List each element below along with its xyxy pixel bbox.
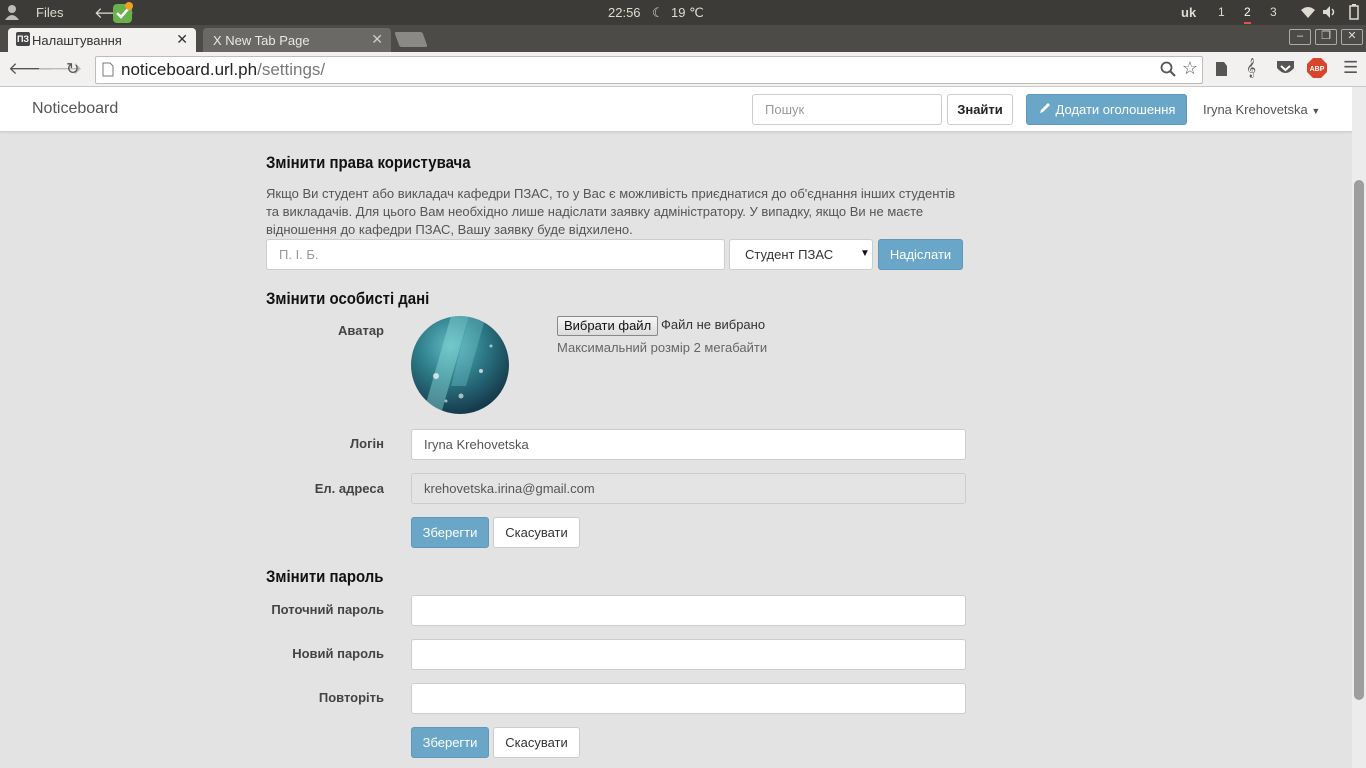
login-label: Логін [350, 436, 384, 451]
battery-icon[interactable] [1349, 4, 1359, 23]
keyboard-layout-indicator[interactable]: uk [1181, 5, 1196, 20]
site-navbar: Noticeboard Знайти Додати оголошення Iry… [0, 87, 1352, 132]
url-path: /settings/ [257, 60, 326, 79]
web-page: Noticeboard Знайти Додати оголошення Iry… [0, 87, 1352, 768]
new-tab-button[interactable] [394, 32, 428, 47]
user-icon[interactable] [5, 4, 19, 23]
current-password-label: Поточний пароль [271, 602, 384, 617]
save-personal-button[interactable]: Зберегти [411, 517, 489, 548]
user-name: Iryna Krehovetska [1203, 102, 1308, 117]
volume-icon[interactable] [1322, 4, 1338, 23]
repeat-password-label: Повторіть [318, 690, 384, 705]
wifi-icon[interactable] [1300, 5, 1316, 22]
site-favicon-icon: ПЗ [16, 32, 30, 46]
email-label: Ел. адреса [314, 481, 384, 496]
personal-section-title: Змінити особисті дані [266, 289, 430, 308]
tab-new-tab-page[interactable]: X New Tab Page ✕ [203, 28, 391, 52]
new-password-label: Новий пароль [292, 646, 384, 661]
url-host: noticeboard.url.ph [121, 60, 258, 79]
browser-tab-strip: ПЗ Налаштування ✕ X New Tab Page ✕ – ❐ ✕ [0, 25, 1366, 52]
minimize-window-icon[interactable]: – [1289, 29, 1311, 45]
workspace-3[interactable]: 3 [1270, 5, 1277, 19]
adblock-plus-icon[interactable]: ABP [1307, 58, 1327, 82]
rights-description: Якщо Ви студент або викладач кафедри ПЗА… [266, 186, 956, 237]
close-tab-icon[interactable]: ✕ [176, 31, 188, 48]
restore-window-icon[interactable]: ❐ [1315, 29, 1337, 45]
add-notice-label: Додати оголошення [1055, 102, 1176, 117]
app-name[interactable]: Files [36, 5, 63, 20]
cancel-password-button[interactable]: Скасувати [493, 727, 580, 758]
address-bar[interactable]: noticeboard.url.ph/settings/ ☆ [95, 56, 1203, 84]
menu-hamburger-icon[interactable]: ☰ [1343, 58, 1358, 78]
password-section-title: Змінити пароль [266, 567, 384, 586]
tab-title: X New Tab Page [213, 33, 310, 48]
rights-section-title: Змінити права користувача [266, 153, 471, 172]
close-tab-icon[interactable]: ✕ [371, 31, 383, 48]
page-icon [102, 62, 114, 82]
workspace-2[interactable]: 2 [1244, 5, 1251, 24]
pocket-icon[interactable] [1276, 60, 1295, 81]
email-input[interactable] [411, 473, 966, 504]
full-name-input[interactable] [266, 239, 725, 270]
file-size-hint: Максимальний розмір 2 мегабайти [557, 340, 768, 355]
adblock-badge-text: ABP [1310, 66, 1325, 73]
new-password-input[interactable] [411, 639, 966, 670]
zoom-search-icon[interactable] [1160, 61, 1176, 82]
cancel-personal-button[interactable]: Скасувати [493, 517, 580, 548]
user-menu[interactable]: Iryna Krehovetska ▼ [1203, 102, 1320, 117]
update-notifier-icon[interactable] [112, 2, 134, 27]
moon-icon: ☾ [652, 5, 664, 20]
search-input[interactable] [752, 94, 942, 125]
repeat-password-input[interactable] [411, 683, 966, 714]
pencil-icon [1038, 96, 1052, 125]
scrollbar-thumb[interactable] [1354, 180, 1364, 700]
add-notice-button[interactable]: Додати оголошення [1026, 94, 1187, 125]
evernote-icon[interactable] [1212, 60, 1230, 82]
os-top-panel: Files 🡐 22:56 ☾ 19 ℃ uk 1 2 3 [0, 0, 1366, 25]
avatar-label: Аватар [338, 323, 384, 338]
bookmark-star-icon[interactable]: ☆ [1182, 58, 1198, 79]
tab-settings[interactable]: ПЗ Налаштування ✕ [8, 28, 196, 52]
send-request-button[interactable]: Надіслати [878, 239, 963, 270]
choose-file-button[interactable]: Вибрати файл [557, 316, 659, 336]
caret-down-icon: ▼ [1311, 106, 1321, 116]
workspace-1[interactable]: 1 [1218, 5, 1225, 19]
browser-toolbar: 🡐 🡒 ↻ noticeboard.url.ph/settings/ ☆ 𝄞 A… [0, 52, 1366, 87]
save-password-button[interactable]: Зберегти [411, 727, 489, 758]
close-window-icon[interactable]: ✕ [1341, 29, 1363, 45]
login-input[interactable] [411, 429, 966, 460]
role-select-value: Студент ПЗАС [745, 247, 834, 262]
clock[interactable]: 22:56 [608, 5, 641, 20]
search-button[interactable]: Знайти [947, 94, 1013, 125]
avatar-image [411, 316, 509, 414]
current-password-input[interactable] [411, 595, 966, 626]
weather-text[interactable]: 19 ℃ [671, 5, 704, 21]
role-select[interactable]: Студент ПЗАС [729, 239, 873, 270]
url-text: noticeboard.url.ph/settings/ [121, 60, 325, 80]
music-clef-icon[interactable]: 𝄞 [1246, 58, 1256, 78]
file-status-text: Файл не вибрано [661, 317, 766, 332]
reload-icon[interactable]: ↻ [66, 59, 79, 79]
tab-title: Налаштування [32, 33, 122, 48]
select-arrow-icon: ▼ [860, 248, 870, 259]
site-brand[interactable]: Noticeboard [32, 100, 118, 118]
